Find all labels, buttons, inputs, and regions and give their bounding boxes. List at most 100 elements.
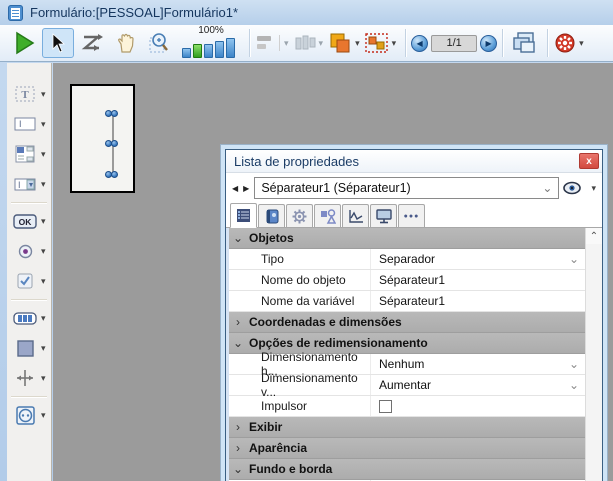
- distribute-tool-group[interactable]: ▾: [293, 34, 324, 52]
- close-button[interactable]: x: [579, 153, 599, 169]
- pan-tool-button[interactable]: [110, 28, 142, 58]
- book-icon: [265, 209, 279, 224]
- button-tool[interactable]: OK ▾: [7, 206, 51, 236]
- radio-button-tool-icon: [13, 241, 37, 261]
- plugin-area-tool[interactable]: ▾: [7, 400, 51, 430]
- impulsor-checkbox[interactable]: [379, 400, 392, 413]
- selection-handle[interactable]: [111, 140, 118, 147]
- zoom-bar[interactable]: [226, 38, 235, 58]
- group-tool-group[interactable]: ▾: [364, 32, 397, 54]
- list-box-tool[interactable]: ▾: [7, 139, 51, 169]
- next-object-button[interactable]: ▶: [243, 184, 250, 193]
- toolbar: 100% ▾ ▾: [0, 25, 613, 62]
- chevron-down-icon: ▾: [41, 179, 46, 190]
- splitter-tool[interactable]: ▾: [7, 363, 51, 393]
- cursor-arrow-icon: [49, 33, 67, 53]
- property-list-window: Lista de propriedades x ◀ ▶ Séparateur1 …: [220, 144, 608, 481]
- chevron-down-icon: ⌄: [233, 464, 243, 474]
- toolbar-separator: [249, 29, 250, 57]
- zoom-bars[interactable]: [182, 38, 235, 58]
- button-grid-tool[interactable]: ▾: [7, 303, 51, 333]
- radio-button-tool[interactable]: ▾: [7, 236, 51, 266]
- property-value-dropdown[interactable]: Nenhum ⌄: [371, 354, 585, 374]
- property-label: Tipo: [229, 249, 371, 269]
- layers-tool-group[interactable]: ▾: [327, 32, 360, 54]
- run-form-button[interactable]: [8, 28, 40, 58]
- zoom-tool-button[interactable]: [144, 28, 176, 58]
- tab-events[interactable]: [342, 204, 369, 227]
- form-pages-button[interactable]: [508, 28, 540, 58]
- input-tool-icon: I: [13, 114, 37, 134]
- combo-box-tool-icon: I: [13, 174, 37, 194]
- property-value-dropdown[interactable]: Separador ⌄: [371, 249, 585, 269]
- section-label: Fundo e borda: [249, 462, 332, 476]
- property-value-text[interactable]: Séparateur1: [371, 291, 585, 311]
- scroll-up-button[interactable]: ⌃: [586, 228, 602, 244]
- previous-page-button[interactable]: ◀: [411, 35, 428, 52]
- zoom-bar-current[interactable]: [193, 44, 202, 58]
- view-options-eye-icon[interactable]: [563, 181, 585, 195]
- titlebar: Formulário:[PESSOAL]Formulário1*: [0, 0, 613, 25]
- tab-display[interactable]: [370, 204, 397, 227]
- button-grid-tool-icon: [13, 308, 37, 328]
- property-list-titlebar[interactable]: Lista de propriedades x: [226, 150, 602, 173]
- section-coordenadas[interactable]: › Coordenadas e dimensões: [229, 312, 585, 333]
- distribute-icon: [293, 34, 317, 52]
- property-value-dropdown[interactable]: Aumentar ⌄: [371, 375, 585, 395]
- toolbar-separator: [547, 29, 548, 57]
- chevron-down-icon: ▾: [41, 246, 46, 257]
- select-tool-button[interactable]: [42, 28, 74, 58]
- section-exibir[interactable]: › Exibir: [229, 417, 585, 438]
- object-selector-dropdown[interactable]: Séparateur1 (Séparateur1) ⌄: [254, 177, 559, 199]
- pages-stack-icon: [511, 31, 537, 55]
- line-chart-icon: [348, 209, 364, 224]
- entry-order-tool-button[interactable]: [76, 28, 108, 58]
- zoom-level-control[interactable]: 100%: [180, 26, 242, 60]
- property-row-tipo: Tipo Separador ⌄: [229, 249, 585, 270]
- section-objetos[interactable]: ⌄ Objetos: [229, 228, 585, 249]
- rectangle-tool[interactable]: ▾: [7, 333, 51, 363]
- text-tool-icon: T: [13, 84, 37, 104]
- combo-box-tool[interactable]: I ▾: [7, 169, 51, 199]
- selection-handle[interactable]: [111, 110, 118, 117]
- tab-more[interactable]: ●●●: [398, 204, 425, 227]
- editor-content: T ▾ I ▾ ▾ I ▾: [0, 63, 613, 481]
- property-label: Nome da variável: [229, 291, 371, 311]
- chevron-down-icon: ⌄: [233, 233, 243, 243]
- gear-icon: [553, 31, 577, 55]
- align-icon: [255, 34, 277, 52]
- next-page-button[interactable]: ▶: [480, 35, 497, 52]
- chevron-down-icon: ▾: [41, 276, 46, 287]
- entry-order-icon: [81, 33, 103, 53]
- splitter-tool-icon: [13, 368, 37, 388]
- tab-shapes[interactable]: [314, 204, 341, 227]
- tab-objects[interactable]: [258, 204, 285, 227]
- chevron-down-icon: ▾: [41, 216, 46, 227]
- checkbox-tool[interactable]: ▾: [7, 266, 51, 296]
- zoom-bar[interactable]: [204, 44, 213, 58]
- object-selector-row: ◀ ▶ Séparateur1 (Séparateur1) ⌄ ▾: [226, 173, 602, 203]
- static-text-tool[interactable]: T ▾: [7, 79, 51, 109]
- property-value-text[interactable]: Séparateur1: [371, 270, 585, 290]
- property-label: Dimensionamento v...: [229, 375, 371, 395]
- chevron-down-icon: ▾: [41, 373, 46, 384]
- section-aparencia[interactable]: › Aparência: [229, 438, 585, 459]
- settings-tool-group[interactable]: ▾: [553, 31, 584, 55]
- property-tabs: ●●●: [226, 203, 602, 228]
- section-fundo-e-borda[interactable]: ⌄ Fundo e borda: [229, 459, 585, 480]
- form-page[interactable]: [70, 84, 135, 193]
- property-row-dimensionamento-v: Dimensionamento v... Aumentar ⌄: [229, 375, 585, 396]
- previous-object-button[interactable]: ◀: [232, 184, 239, 193]
- scrollbar[interactable]: ⌃ ⌄: [585, 228, 602, 481]
- zoom-bar[interactable]: [182, 48, 191, 58]
- tab-property-list[interactable]: [230, 203, 257, 228]
- chevron-down-icon[interactable]: ▾: [591, 183, 596, 194]
- align-tool-group[interactable]: ▾: [255, 34, 289, 52]
- selection-handle[interactable]: [111, 171, 118, 178]
- chevron-down-icon: ▾: [579, 38, 584, 49]
- ok-button-tool-icon: OK: [13, 211, 37, 231]
- input-field-tool[interactable]: I ▾: [7, 109, 51, 139]
- palette-separator: [11, 396, 47, 397]
- tab-settings[interactable]: [286, 204, 313, 227]
- zoom-bar[interactable]: [215, 41, 224, 58]
